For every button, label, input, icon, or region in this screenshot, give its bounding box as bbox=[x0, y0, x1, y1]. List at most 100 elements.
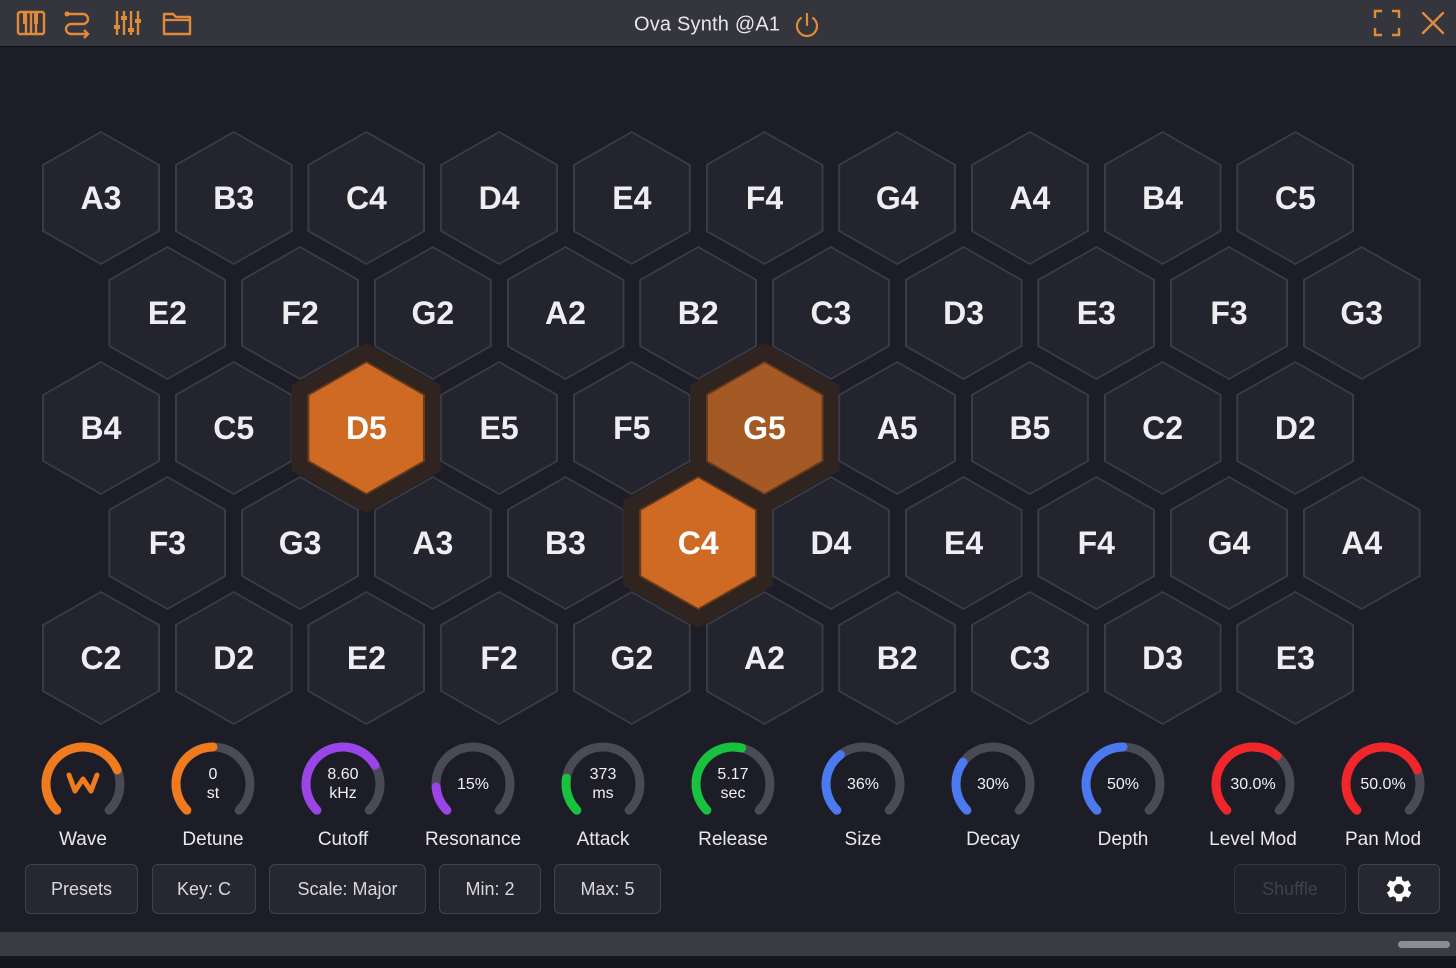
hex-key[interactable]: D2 bbox=[174, 591, 293, 725]
hex-key[interactable]: E2 bbox=[108, 246, 227, 380]
knob-label: Detune bbox=[182, 829, 244, 850]
hex-key[interactable]: A2 bbox=[506, 246, 625, 380]
hex-key[interactable]: B2 bbox=[838, 591, 957, 725]
knob-value-line: 30% bbox=[976, 775, 1010, 793]
hex-key[interactable]: B3 bbox=[506, 476, 625, 610]
knob-pan-mod[interactable]: 50.0% Pan Mod bbox=[1323, 739, 1443, 859]
window-title-text: Ova Synth @A1 bbox=[633, 13, 781, 36]
scrollbar-thumb[interactable] bbox=[1398, 941, 1450, 948]
max-octave-button[interactable]: Max: 5 bbox=[554, 864, 661, 914]
hex-key[interactable]: B5 bbox=[970, 361, 1089, 495]
hex-key[interactable]: G3 bbox=[1302, 246, 1421, 380]
horizontal-scrollbar[interactable] bbox=[0, 932, 1456, 956]
knob-value-line: 0 bbox=[208, 766, 218, 783]
hex-key-label: F3 bbox=[110, 478, 225, 608]
knob-decay[interactable]: 30% Decay bbox=[933, 739, 1053, 859]
knob-release[interactable]: 5.17 sec Release bbox=[673, 739, 793, 859]
hex-key[interactable]: C2 bbox=[1103, 361, 1222, 495]
hex-key[interactable]: E5 bbox=[440, 361, 559, 495]
hex-key-label: E2 bbox=[110, 248, 225, 378]
knob-value: 15% bbox=[428, 739, 518, 829]
knob-label: Size bbox=[844, 829, 882, 850]
hex-key[interactable]: F3 bbox=[1170, 246, 1288, 380]
presets-button[interactable]: Presets bbox=[25, 864, 138, 914]
hex-key[interactable]: B4 bbox=[42, 361, 160, 495]
hex-key[interactable]: A4 bbox=[1302, 476, 1421, 610]
knob-depth[interactable]: 50% Depth bbox=[1063, 739, 1183, 859]
hex-key[interactable]: D2 bbox=[1236, 361, 1355, 495]
hex-key-label: B4 bbox=[1105, 133, 1220, 263]
hex-key-label: D3 bbox=[1105, 593, 1220, 723]
settings-button[interactable] bbox=[1358, 864, 1440, 914]
hex-key-label: A5 bbox=[840, 363, 955, 493]
knob-value-line: 50% bbox=[1106, 775, 1140, 793]
knob-value: 8.60 kHz bbox=[298, 739, 388, 829]
knob-attack[interactable]: 373 ms Attack bbox=[543, 739, 663, 859]
hex-key[interactable]: C5 bbox=[1236, 131, 1355, 265]
knob-value: 30.0% bbox=[1208, 739, 1298, 829]
shuffle-button[interactable]: Shuffle bbox=[1234, 864, 1346, 914]
knob-value-line: 30.0% bbox=[1230, 775, 1276, 793]
fullscreen-icon[interactable] bbox=[1370, 6, 1404, 40]
key-button[interactable]: Key: C bbox=[152, 864, 256, 914]
hex-key[interactable]: E3 bbox=[1236, 591, 1355, 725]
knob-level-mod[interactable]: 30.0% Level Mod bbox=[1193, 739, 1313, 859]
hex-key[interactable]: F4 bbox=[705, 131, 824, 265]
gear-icon bbox=[1386, 876, 1412, 902]
hex-key[interactable]: G4 bbox=[838, 131, 957, 265]
hex-key[interactable]: E4 bbox=[904, 476, 1023, 610]
hex-key[interactable]: A4 bbox=[970, 131, 1089, 265]
scale-button[interactable]: Scale: Major bbox=[269, 864, 426, 914]
knob-cutoff[interactable]: 8.60 kHz Cutoff bbox=[283, 739, 403, 859]
hex-key[interactable]: A5 bbox=[838, 361, 957, 495]
knob-wave[interactable]: Wave bbox=[23, 739, 143, 859]
hex-key-label: C4 bbox=[309, 133, 424, 263]
hex-key[interactable]: C4 bbox=[307, 131, 426, 265]
hex-key[interactable]: D3 bbox=[1103, 591, 1222, 725]
hex-key-label: E5 bbox=[442, 363, 557, 493]
hex-key[interactable]: F3 bbox=[108, 476, 227, 610]
hex-key[interactable]: E3 bbox=[1037, 246, 1156, 380]
knob-value-line: 36% bbox=[846, 775, 880, 793]
window-title: Ova Synth @A1 bbox=[0, 10, 1456, 40]
knob-label: Release bbox=[698, 829, 768, 850]
hex-key[interactable]: A3 bbox=[42, 131, 160, 265]
hex-key-label: G3 bbox=[1304, 248, 1419, 378]
knob-value: 373 ms bbox=[558, 739, 648, 829]
min-octave-button[interactable]: Min: 2 bbox=[439, 864, 541, 914]
hex-key[interactable]: B3 bbox=[174, 131, 293, 265]
close-icon[interactable] bbox=[1416, 6, 1450, 40]
hex-key-label: B3 bbox=[508, 478, 623, 608]
hex-key-label: F4 bbox=[707, 133, 822, 263]
hex-key[interactable]: C3 bbox=[970, 591, 1089, 725]
hex-key[interactable]: C5 bbox=[174, 361, 293, 495]
hex-key[interactable]: G4 bbox=[1170, 476, 1288, 610]
knob-resonance[interactable]: 15% Resonance bbox=[413, 739, 533, 859]
hex-key[interactable]: E2 bbox=[307, 591, 426, 725]
knob-value: 5.17 sec bbox=[688, 739, 778, 829]
hex-key-label: B3 bbox=[176, 133, 291, 263]
hex-key[interactable]: D3 bbox=[904, 246, 1023, 380]
hex-key[interactable]: D4 bbox=[440, 131, 559, 265]
hex-key[interactable]: E4 bbox=[572, 131, 691, 265]
knob-size[interactable]: 36% Size bbox=[803, 739, 923, 859]
hex-key[interactable]: F4 bbox=[1037, 476, 1156, 610]
knob-detune[interactable]: 0 st Detune bbox=[153, 739, 273, 859]
hex-key-label: A3 bbox=[44, 133, 158, 263]
hex-key[interactable]: F2 bbox=[440, 591, 559, 725]
knob-label: Pan Mod bbox=[1344, 829, 1422, 850]
knob-value-line: 373 bbox=[589, 766, 617, 783]
knob-value-line: sec bbox=[720, 785, 746, 802]
hex-key-label: E3 bbox=[1238, 593, 1353, 723]
hex-key-label: F3 bbox=[1172, 248, 1286, 378]
power-icon[interactable] bbox=[792, 10, 822, 40]
hex-key[interactable]: B4 bbox=[1103, 131, 1222, 265]
knob-value: 0 st bbox=[168, 739, 258, 829]
hex-key-label: B5 bbox=[972, 363, 1087, 493]
knob-label: Resonance bbox=[424, 829, 522, 850]
hex-key[interactable]: C2 bbox=[42, 591, 160, 725]
hex-key-label: E4 bbox=[906, 478, 1021, 608]
knob-label: Cutoff bbox=[317, 829, 369, 850]
knob-label: Depth bbox=[1097, 829, 1149, 850]
hex-key-label: A4 bbox=[972, 133, 1087, 263]
